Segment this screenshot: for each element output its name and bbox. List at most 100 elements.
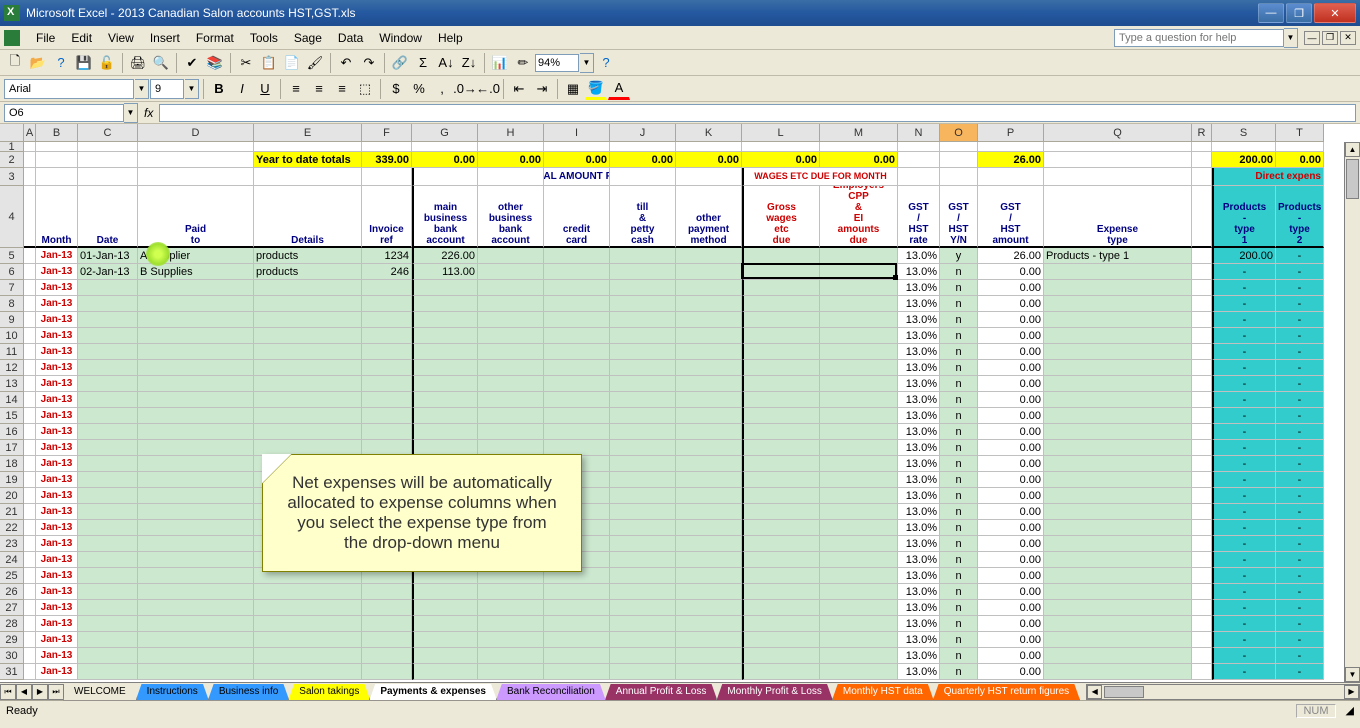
cell[interactable]: [676, 312, 742, 328]
cell[interactable]: [478, 664, 544, 680]
cell[interactable]: n: [940, 360, 978, 376]
cell[interactable]: [742, 584, 820, 600]
print-preview-icon[interactable]: 🔍: [150, 52, 172, 74]
cell[interactable]: [544, 360, 610, 376]
cell[interactable]: Jan-13: [36, 408, 78, 424]
cell[interactable]: [1192, 568, 1212, 584]
format-painter-icon[interactable]: 🖌: [304, 52, 326, 74]
cell[interactable]: [362, 328, 412, 344]
cell[interactable]: 13.0%: [898, 392, 940, 408]
scroll-down-icon[interactable]: ▼: [1345, 667, 1360, 682]
cell[interactable]: 0.00: [978, 440, 1044, 456]
comma-icon[interactable]: ,: [431, 78, 453, 100]
cell[interactable]: [1044, 600, 1192, 616]
cell[interactable]: [24, 584, 36, 600]
cell[interactable]: [138, 520, 254, 536]
cell[interactable]: -: [1212, 280, 1276, 296]
cell[interactable]: 13.0%: [898, 472, 940, 488]
row-header-8[interactable]: 8: [0, 296, 24, 312]
cell[interactable]: -: [1276, 392, 1324, 408]
cell[interactable]: [676, 600, 742, 616]
cell[interactable]: [478, 168, 544, 186]
cell[interactable]: -: [1212, 344, 1276, 360]
cell[interactable]: [362, 408, 412, 424]
cell[interactable]: B Supplies: [138, 264, 254, 280]
cell[interactable]: -: [1212, 600, 1276, 616]
cell[interactable]: -: [1276, 248, 1324, 264]
cell[interactable]: [544, 408, 610, 424]
cell[interactable]: [362, 344, 412, 360]
cell[interactable]: [478, 600, 544, 616]
cell[interactable]: Jan-13: [36, 568, 78, 584]
col-header-E[interactable]: E: [254, 124, 362, 142]
sheet-tab-bank-reconciliation[interactable]: Bank Reconciliation: [496, 684, 606, 701]
undo-icon[interactable]: ↶: [335, 52, 357, 74]
cell[interactable]: -: [1276, 632, 1324, 648]
cell[interactable]: Jan-13: [36, 536, 78, 552]
cell[interactable]: [610, 536, 676, 552]
cell[interactable]: [610, 392, 676, 408]
cell[interactable]: [412, 376, 478, 392]
cell[interactable]: Jan-13: [36, 632, 78, 648]
cell[interactable]: [138, 648, 254, 664]
cell[interactable]: [1192, 536, 1212, 552]
cell[interactable]: [610, 408, 676, 424]
cell[interactable]: [362, 616, 412, 632]
cell[interactable]: 13.0%: [898, 520, 940, 536]
sheet-tab-salon-takings[interactable]: Salon takings: [288, 684, 370, 701]
save-icon[interactable]: 💾: [73, 52, 95, 74]
cell[interactable]: [362, 168, 412, 186]
cell[interactable]: [24, 142, 36, 152]
cell[interactable]: [1192, 424, 1212, 440]
cell[interactable]: [78, 280, 138, 296]
col-header-H[interactable]: H: [478, 124, 544, 142]
cell[interactable]: [24, 280, 36, 296]
cell[interactable]: [478, 360, 544, 376]
cell[interactable]: [610, 648, 676, 664]
cell[interactable]: n: [940, 632, 978, 648]
cell[interactable]: [610, 616, 676, 632]
cell[interactable]: [362, 664, 412, 680]
cell[interactable]: [138, 424, 254, 440]
cell[interactable]: [138, 152, 254, 168]
cell[interactable]: [24, 152, 36, 168]
cell[interactable]: 0.00: [978, 472, 1044, 488]
fill-color-icon[interactable]: 🪣: [585, 78, 607, 100]
cell[interactable]: [24, 248, 36, 264]
cell[interactable]: n: [940, 520, 978, 536]
row-header-10[interactable]: 10: [0, 328, 24, 344]
cell[interactable]: [138, 536, 254, 552]
cell[interactable]: [24, 520, 36, 536]
cell[interactable]: [24, 392, 36, 408]
cell[interactable]: [254, 168, 362, 186]
cell[interactable]: [24, 408, 36, 424]
cell[interactable]: -: [1276, 456, 1324, 472]
cell[interactable]: [412, 168, 478, 186]
cell[interactable]: 0.00: [978, 600, 1044, 616]
cell[interactable]: 0.00: [978, 504, 1044, 520]
row-header-1[interactable]: 1: [0, 142, 24, 152]
cell[interactable]: [742, 376, 820, 392]
tab-first-icon[interactable]: ⏮: [0, 684, 16, 700]
research-icon[interactable]: 📚: [204, 52, 226, 74]
cell[interactable]: [24, 648, 36, 664]
cell[interactable]: [478, 142, 544, 152]
merge-center-icon[interactable]: ⬚: [354, 78, 376, 100]
cell[interactable]: -: [1276, 600, 1324, 616]
cell[interactable]: 0.00: [610, 152, 676, 168]
cell[interactable]: 13.0%: [898, 536, 940, 552]
cell[interactable]: [742, 296, 820, 312]
cell[interactable]: [1044, 424, 1192, 440]
cell[interactable]: -: [1276, 344, 1324, 360]
cell[interactable]: [742, 664, 820, 680]
cell[interactable]: [742, 328, 820, 344]
cell[interactable]: Jan-13: [36, 296, 78, 312]
hscroll-thumb[interactable]: [1104, 686, 1144, 698]
cell[interactable]: [254, 376, 362, 392]
scroll-up-icon[interactable]: ▲: [1345, 142, 1360, 157]
cell[interactable]: [362, 296, 412, 312]
cell[interactable]: 13.0%: [898, 248, 940, 264]
cell[interactable]: [254, 664, 362, 680]
cell[interactable]: [412, 360, 478, 376]
row-header-15[interactable]: 15: [0, 408, 24, 424]
